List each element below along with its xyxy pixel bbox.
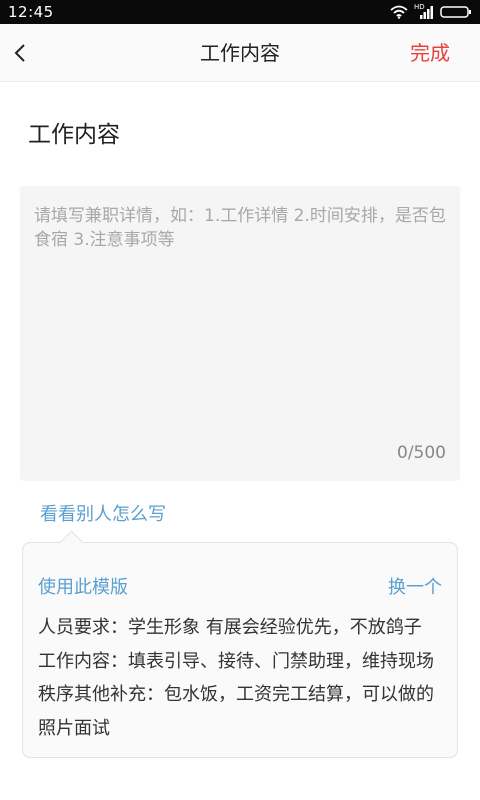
template-card: 使用此模版 换一个 人员要求：学生形象 有展会经验优先，不放鸽子 工作内容：填表…: [22, 530, 458, 758]
switch-template-button[interactable]: 换一个: [388, 573, 442, 599]
status-icons: HD: [390, 3, 472, 21]
battery-icon: [440, 6, 471, 18]
page-title: 工作内容: [200, 41, 280, 65]
card-pointer: [59, 530, 84, 555]
job-content-input[interactable]: [34, 204, 446, 434]
status-time: 12:45: [8, 3, 54, 21]
done-button[interactable]: 完成: [410, 24, 450, 82]
template-text: 人员要求：学生形象 有展会经验优先，不放鸽子 工作内容：填表引导、接待、门禁助理…: [38, 617, 434, 739]
use-template-button[interactable]: 使用此模版: [38, 573, 128, 599]
wifi-icon: [390, 5, 408, 19]
back-button[interactable]: [6, 36, 40, 70]
nav-bar: 工作内容 完成: [0, 24, 480, 82]
back-arrow-icon: [14, 44, 25, 62]
section-heading: 工作内容: [28, 122, 120, 148]
char-counter: 0/500: [397, 443, 446, 463]
see-others-link[interactable]: 看看别人怎么写: [40, 500, 166, 526]
signal-icon: HD: [414, 3, 434, 19]
status-bar: 12:45 HD: [0, 0, 480, 24]
job-content-editor: 0/500: [20, 186, 460, 481]
